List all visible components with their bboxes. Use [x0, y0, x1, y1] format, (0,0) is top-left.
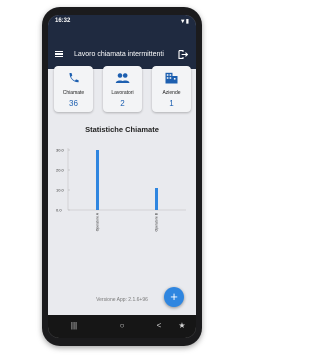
- people-icon: [115, 73, 130, 83]
- card-value: 36: [69, 99, 78, 108]
- card-chiamate[interactable]: Chiamate 36: [54, 66, 93, 112]
- page-title: Lavoro chiamata intermittenti: [74, 51, 164, 58]
- logout-icon[interactable]: [178, 50, 188, 59]
- x-tick-label: Operatore A: [96, 212, 100, 231]
- card-label: Chiamate: [62, 90, 85, 96]
- card-value: 2: [120, 99, 125, 108]
- y-tick-label: 0.0: [56, 208, 62, 213]
- card-value: 1: [169, 99, 174, 108]
- building-icon: [165, 72, 178, 84]
- status-icons: ▼▮: [179, 19, 189, 25]
- accessibility-button[interactable]: ★: [172, 319, 192, 333]
- menu-icon[interactable]: [55, 51, 63, 58]
- phone-icon: [69, 73, 79, 83]
- back-button[interactable]: <: [149, 319, 169, 333]
- card-label: Lavoratori: [111, 90, 134, 96]
- y-tick-label: 10.0: [56, 188, 65, 193]
- card-label: Aziende: [162, 90, 181, 96]
- y-tick-label: 20.0: [56, 168, 65, 173]
- add-button[interactable]: +: [164, 287, 184, 307]
- bar: [96, 150, 99, 210]
- status-time: 16:32: [55, 18, 71, 24]
- card-aziende[interactable]: Aziende 1: [152, 66, 191, 112]
- card-lavoratori[interactable]: Lavoratori 2: [103, 66, 142, 112]
- app-bar: Lavoro chiamata intermittenti: [48, 29, 196, 69]
- y-tick-label: 30.0: [56, 148, 65, 153]
- status-bar: 16:32 ▼▮: [48, 15, 196, 29]
- summary-cards: Chiamate 36 Lavoratori 2 Aziende 1: [48, 66, 196, 114]
- bar: [155, 188, 158, 210]
- recent-apps-button[interactable]: |||: [64, 319, 84, 333]
- home-button[interactable]: ○: [112, 319, 132, 333]
- bar-chart: 30.0 20.0 10.0 0.0 Operatore A Operatore B: [56, 148, 186, 231]
- x-tick-label: Operatore B: [155, 212, 159, 231]
- phone-screen: 16:32 ▼▮ Lavoro chiamata intermittenti C…: [48, 15, 196, 338]
- system-nav-bar: ||| ○ < ★: [48, 315, 196, 338]
- chart-title: Statistiche Chiamate: [85, 125, 159, 134]
